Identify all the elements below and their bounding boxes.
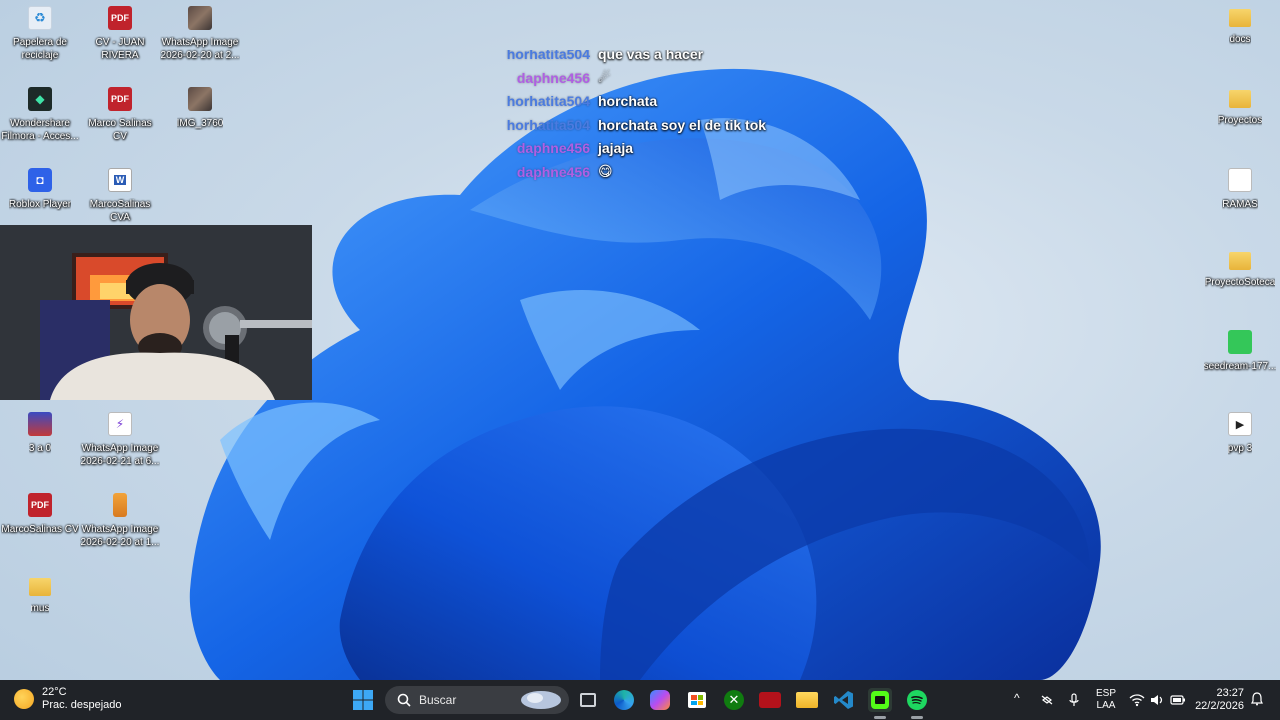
- xbox-icon[interactable]: ✕: [722, 688, 746, 712]
- webcam-overlay: [0, 225, 312, 400]
- start-button[interactable]: [351, 688, 375, 712]
- weather-sun-icon: [14, 689, 34, 709]
- chat-text: horchata: [598, 93, 658, 110]
- desktop-icon-marcosalinas-cva[interactable]: W MarcoSalinas CVA: [80, 168, 160, 224]
- wifi-icon[interactable]: [1129, 693, 1145, 710]
- search-highlight-icon: [521, 691, 561, 709]
- streaming-app-icon[interactable]: [868, 688, 892, 712]
- image-icon: [188, 6, 212, 30]
- weather-condition: Prac. despejado: [42, 699, 122, 711]
- network-off-icon[interactable]: [1040, 693, 1054, 710]
- taskbar: 22°C Prac. despejado Buscar ✕ ^ ESP LAA …: [0, 680, 1280, 720]
- battery-icon[interactable]: [1170, 694, 1186, 709]
- spotify-icon[interactable]: [905, 688, 929, 712]
- pdf-icon: PDF: [108, 6, 132, 30]
- clock[interactable]: 23:27 22/2/2026: [1194, 687, 1244, 713]
- edge-icon[interactable]: [612, 688, 636, 712]
- clock-date: 22/2/2026: [1195, 700, 1244, 712]
- windows-logo-icon: [353, 690, 373, 710]
- chat-username: horhatita504: [506, 50, 590, 62]
- chat-username: horhatita504: [506, 93, 590, 110]
- weather-widget[interactable]: 22°C Prac. despejado: [14, 686, 122, 712]
- chat-message: daphne456 😋: [470, 160, 850, 184]
- filmora-icon: ◆: [28, 87, 52, 111]
- desktop-icon-ramas[interactable]: RAMAS: [1200, 168, 1280, 211]
- chat-message: daphne456 jajaja: [470, 137, 850, 161]
- desktop-icon-3-a-0[interactable]: 3 a 0: [0, 412, 80, 455]
- desktop-icon-pvp-3[interactable]: ▶ pvp 3: [1200, 412, 1280, 455]
- chat-username: daphne456: [516, 163, 590, 180]
- pdf-icon: PDF: [108, 87, 132, 111]
- image-icon: ⚡: [108, 412, 132, 436]
- desktop-icon-recycle-bin[interactable]: ♻ Papelera de reciclaje: [0, 6, 80, 62]
- word-icon: W: [108, 168, 132, 192]
- active-app-indicator: [911, 716, 923, 719]
- image-icon: [1228, 330, 1252, 354]
- chat-emote: 😋: [598, 163, 613, 180]
- microphone-icon[interactable]: [1068, 693, 1080, 710]
- copilot-icon[interactable]: [648, 688, 672, 712]
- stream-chat-overlay: horhatita504 que vas a hacer daphne456 ☄…: [470, 50, 850, 184]
- desktop-icon-whatsapp-image-1[interactable]: WhatsApp Image 2026-02-20 at 2...: [160, 6, 240, 62]
- document-icon: [1228, 168, 1252, 192]
- webcam-feed: [0, 225, 312, 400]
- search-placeholder: Buscar: [419, 693, 457, 707]
- chevron-up-icon[interactable]: ^: [1014, 691, 1020, 705]
- desktop-icon-proyectosoteca[interactable]: ProyectoSoteca: [1200, 249, 1280, 289]
- chat-message: daphne456 ☄: [470, 66, 850, 90]
- store-icon[interactable]: [685, 688, 709, 712]
- folder-icon: [29, 578, 51, 596]
- desktop-icon-cv-juan-rivera[interactable]: PDF CV - JUAN RIVERA: [80, 6, 160, 62]
- weather-temp: 22°C: [42, 686, 67, 698]
- desktop-icon-marco-salinas-cv[interactable]: PDF Marco Salinas CV: [80, 87, 160, 143]
- taskbar-search[interactable]: Buscar: [385, 686, 569, 714]
- chat-text: que vas a hacer: [598, 50, 704, 62]
- game-icon: [28, 412, 52, 436]
- volume-icon[interactable]: [1150, 693, 1164, 710]
- file-explorer-icon[interactable]: [795, 688, 819, 712]
- chat-username: horhatita504: [506, 116, 590, 133]
- chat-text: jajaja: [598, 140, 634, 157]
- recycle-bin-icon: ♻: [28, 6, 52, 30]
- folder-icon: [1229, 90, 1251, 108]
- roblox-icon: ◘: [28, 168, 52, 192]
- chat-message: horhatita504 horchata soy el de tik tok: [470, 113, 850, 137]
- chat-message-partial: horhatita504 que vas a hacer: [470, 50, 850, 66]
- zip-icon: [113, 493, 127, 517]
- folder-icon: [1229, 9, 1251, 27]
- red-app-icon[interactable]: [758, 688, 782, 712]
- desktop-icon-whatsapp-image-3[interactable]: WhatsApp Image 2026-02-20 at 1...: [80, 493, 160, 549]
- desktop-icon-whatsapp-image-2[interactable]: ⚡ WhatsApp Image 2026-02-21 at 6...: [80, 412, 160, 468]
- active-app-indicator: [874, 716, 886, 719]
- chat-text: horchata soy el de tik tok: [598, 116, 767, 133]
- desktop-icon-roblox-player[interactable]: ◘ Roblox Player: [0, 168, 80, 211]
- desktop-icon-marcosalinas-cv-2[interactable]: PDF MarcoSalinas CV: [0, 493, 80, 536]
- desktop-icon-seedream[interactable]: seedream-177...: [1200, 330, 1280, 373]
- search-icon: [397, 693, 411, 707]
- desktop-icon-proyectos[interactable]: Proyectos: [1200, 87, 1280, 127]
- vscode-icon[interactable]: [832, 688, 856, 712]
- chat-username: daphne456: [516, 69, 590, 86]
- desktop-icon-filmora[interactable]: ◆ Wondershare Filmora - Acces...: [0, 87, 80, 143]
- desktop-icon-img-3760[interactable]: IMG_3760: [160, 87, 240, 130]
- chat-emote: ☄: [598, 69, 611, 86]
- notifications-icon[interactable]: [1251, 692, 1263, 709]
- pdf-icon: PDF: [28, 493, 52, 517]
- desktop-icon-docs[interactable]: docs: [1200, 6, 1280, 46]
- clock-time: 23:27: [1216, 687, 1244, 699]
- task-view-icon[interactable]: [576, 688, 600, 712]
- video-icon: ▶: [1228, 412, 1252, 436]
- chat-username: daphne456: [516, 140, 590, 157]
- folder-icon: [1229, 252, 1251, 270]
- language-indicator[interactable]: ESP LAA: [1096, 688, 1116, 712]
- image-icon: [188, 87, 212, 111]
- desktop-icon-mus[interactable]: mus: [0, 575, 80, 615]
- chat-message: horhatita504 horchata: [470, 90, 850, 114]
